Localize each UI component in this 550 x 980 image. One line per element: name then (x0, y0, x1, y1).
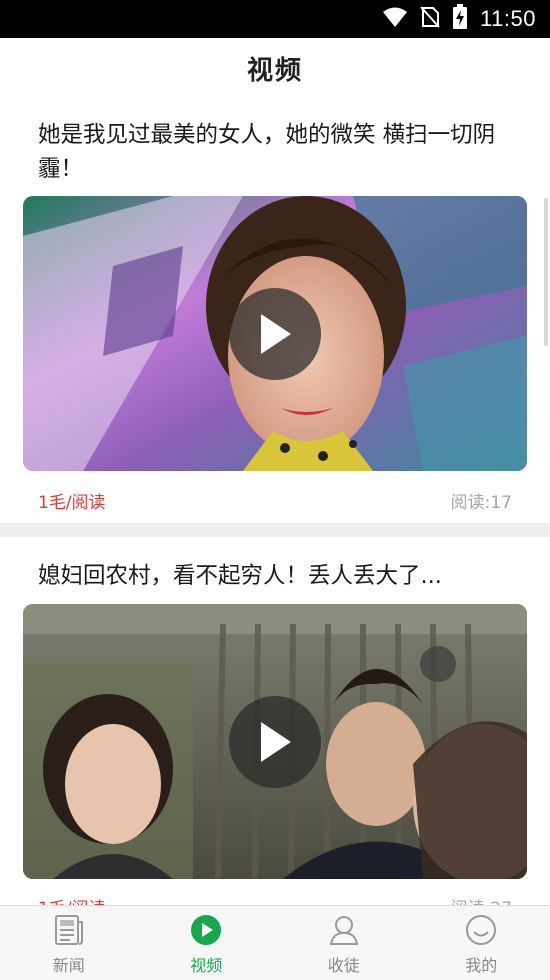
status-bar: 11:50 (0, 0, 550, 38)
wifi-icon (382, 6, 408, 32)
battery-charging-icon (452, 4, 468, 34)
tab-label: 收徒 (328, 952, 360, 976)
tab-apprentice[interactable]: 收徒 (275, 906, 413, 980)
bottom-tab-bar: 新闻 视频 收徒 我的 (0, 905, 550, 980)
tab-label: 新闻 (53, 952, 85, 976)
tab-label: 我的 (465, 952, 497, 976)
read-count: 阅读:27 (451, 894, 512, 905)
read-count: 阅读:17 (451, 488, 512, 513)
video-title[interactable]: 媳妇回农村，看不起穷人！丢人丢大了... (38, 559, 520, 593)
tab-label: 视频 (190, 952, 222, 976)
reward-label: 1毛/阅读 (38, 894, 106, 905)
play-icon (255, 720, 295, 764)
page-title: 视频 (247, 50, 303, 87)
status-time: 11:50 (480, 6, 536, 32)
video-title[interactable]: 她是我见过最美的女人，她的微笑 横扫一切阴霾！ (38, 118, 520, 186)
tab-news[interactable]: 新闻 (0, 906, 138, 980)
video-card[interactable]: 她是我见过最美的女人，她的微笑 横扫一切阴霾！ (0, 98, 550, 523)
play-icon (255, 312, 295, 356)
video-thumbnail[interactable] (23, 196, 527, 471)
scrollbar[interactable] (544, 198, 548, 346)
smiley-face-icon (465, 914, 497, 950)
play-button[interactable] (229, 696, 321, 788)
person-icon (328, 914, 360, 950)
reward-label: 1毛/阅读 (38, 488, 106, 513)
card-divider (0, 523, 550, 537)
tab-video[interactable]: 视频 (138, 906, 276, 980)
video-thumbnail[interactable] (23, 604, 527, 879)
top-header: 视频 (0, 38, 550, 99)
play-circle-icon (190, 914, 222, 950)
video-card[interactable]: 媳妇回农村，看不起穷人！丢人丢大了... (0, 537, 550, 905)
play-button[interactable] (229, 288, 321, 380)
tab-me[interactable]: 我的 (413, 906, 550, 980)
video-feed[interactable]: 她是我见过最美的女人，她的微笑 横扫一切阴霾！ (0, 98, 550, 905)
newspaper-icon (54, 914, 84, 950)
no-sim-icon (420, 5, 440, 33)
